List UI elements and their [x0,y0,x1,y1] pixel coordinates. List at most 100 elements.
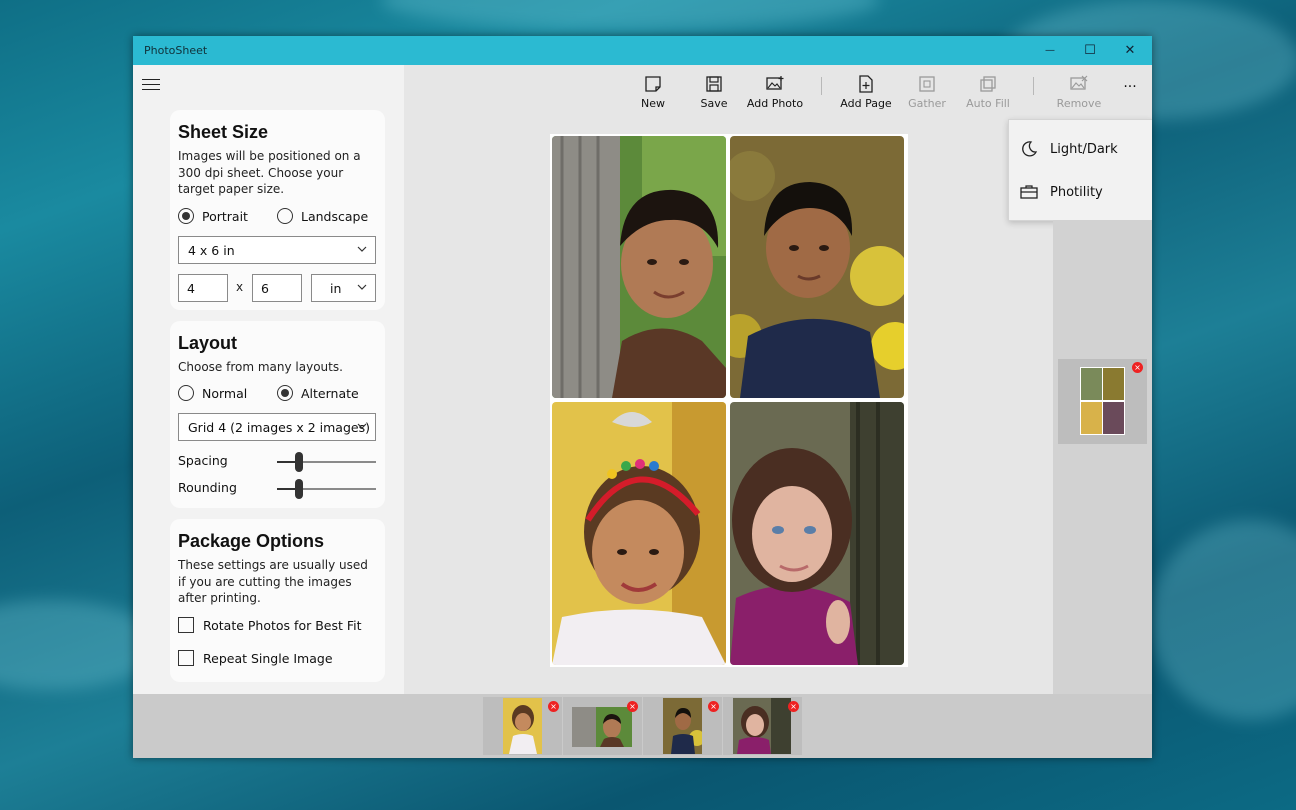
add-page-label: Add Page [840,97,892,110]
portrait-radio[interactable]: Portrait [178,208,248,224]
new-button[interactable]: New [623,75,683,110]
more-button[interactable]: ··· [1112,79,1148,95]
checkbox-icon [178,650,194,666]
width-input[interactable]: 4 [178,274,228,302]
package-options-title: Package Options [178,531,325,551]
background-wave [1150,520,1296,720]
radio-circle-icon [277,385,293,401]
add-photo-icon [766,76,784,90]
sheet-size-card: Sheet Size Images will be positioned on … [170,110,385,310]
remove-photo-icon[interactable]: × [708,701,719,712]
remove-photo-icon[interactable]: × [627,701,638,712]
rotate-photos-label: Rotate Photos for Best Fit [203,617,362,633]
command-bar: New Save Add Photo Add Page Gather Auto … [404,65,1152,123]
remove-label: Remove [1056,97,1102,110]
new-sheet-icon [645,76,661,92]
photo-icon [733,698,791,754]
gather-label: Gather [908,97,946,110]
more-icon: ··· [1123,79,1137,95]
page-thumbnail[interactable]: × [1058,359,1147,444]
page-thumbnail-preview [1080,367,1125,435]
gather-button[interactable]: Gather [897,75,957,110]
app-title: PhotoSheet [144,44,208,57]
package-options-card: Package Options These settings are usual… [170,519,385,682]
normal-radio[interactable]: Normal [178,385,247,401]
radio-circle-icon [178,208,194,224]
photo-icon [663,698,702,754]
save-label: Save [700,97,728,110]
landscape-label: Landscape [301,208,369,224]
menu-item-light-dark[interactable]: Light/Dark [1009,129,1152,169]
rounding-slider[interactable] [277,479,376,499]
spacing-slider[interactable] [277,452,376,472]
title-bar[interactable]: PhotoSheet — ☐ ✕ [133,36,1152,65]
paper-size-select[interactable]: 4 x 6 in [178,236,376,264]
background-wave [380,0,880,30]
remove-photo-icon [1070,75,1088,90]
chevron-down-icon [357,423,367,429]
unit-select[interactable]: in [311,274,376,302]
photo-icon [503,698,542,754]
photo-boy-by-tree[interactable] [552,136,726,398]
remove-button[interactable]: Remove [1049,75,1109,110]
photo-icon [572,707,632,747]
close-button[interactable]: ✕ [1110,36,1150,65]
photo-boy-with-flowers[interactable] [730,136,904,398]
gather-icon [919,76,935,92]
minimize-icon: — [1045,45,1055,56]
layout-title: Layout [178,333,238,353]
menu-item-photility[interactable]: Photility [1009,172,1152,212]
landscape-radio[interactable]: Landscape [277,208,368,224]
slider-thumb[interactable] [295,479,303,499]
tray-photo-boy-by-tree[interactable]: × [563,697,642,755]
auto-fill-button[interactable]: Auto Fill [958,75,1018,110]
layout-card: Layout Choose from many layouts. Normal … [170,321,385,508]
save-button[interactable]: Save [684,75,744,110]
more-menu-flyout: Light/Dark Photility [1008,119,1152,221]
sheet-size-description: Images will be positioned on a 300 dpi s… [178,149,361,196]
grid-layout-select[interactable]: Grid 4 (2 images x 2 images) [178,413,376,441]
add-page-button[interactable]: Add Page [836,75,896,110]
new-label: New [641,97,665,110]
add-page-icon [859,75,873,93]
add-photo-label: Add Photo [746,97,804,110]
remove-page-icon[interactable]: × [1132,362,1143,373]
rounding-label: Rounding [178,480,237,495]
normal-label: Normal [202,385,248,401]
remove-photo-icon[interactable]: × [548,701,559,712]
photo-icon [730,402,904,665]
height-input[interactable]: 6 [252,274,302,302]
auto-fill-label: Auto Fill [966,97,1010,110]
photo-icon [552,402,726,665]
close-icon: ✕ [1124,43,1136,58]
spacing-label: Spacing [178,453,228,468]
tray-photo-boy-with-flowers[interactable]: × [643,697,722,755]
minimize-button[interactable]: — [1030,36,1070,65]
chevron-down-icon [357,246,367,252]
photo-icon [730,136,904,398]
remove-photo-icon[interactable]: × [788,701,799,712]
pages-panel: × [1053,220,1152,694]
photo-girl-by-tree[interactable] [730,402,904,665]
tray-photo-girl-by-tree[interactable]: × [723,697,802,755]
photo-girl-with-headband[interactable] [552,402,726,665]
sheet-canvas [404,123,1053,694]
rotate-photos-checkbox[interactable]: Rotate Photos for Best Fit [178,617,362,633]
slider-thumb[interactable] [295,452,303,472]
alternate-radio[interactable]: Alternate [277,385,359,401]
photo-tray: × × × × [133,694,1152,758]
menu-item-label: Photility [1050,184,1103,200]
photo-icon [552,136,726,398]
times-label: x [236,280,244,294]
menu-item-label: Light/Dark [1050,141,1118,157]
radio-circle-icon [178,385,194,401]
repeat-image-checkbox[interactable]: Repeat Single Image [178,650,333,666]
app-window: PhotoSheet — ☐ ✕ Sheet Size Images will … [133,36,1152,758]
briefcase-icon [1020,185,1038,199]
add-photo-button[interactable]: Add Photo [745,75,805,110]
radio-circle-icon [277,208,293,224]
tray-photo-girl-with-headband[interactable]: × [483,697,562,755]
maximize-button[interactable]: ☐ [1070,36,1110,65]
hamburger-menu-icon[interactable] [142,79,160,93]
photo-sheet [550,134,908,667]
